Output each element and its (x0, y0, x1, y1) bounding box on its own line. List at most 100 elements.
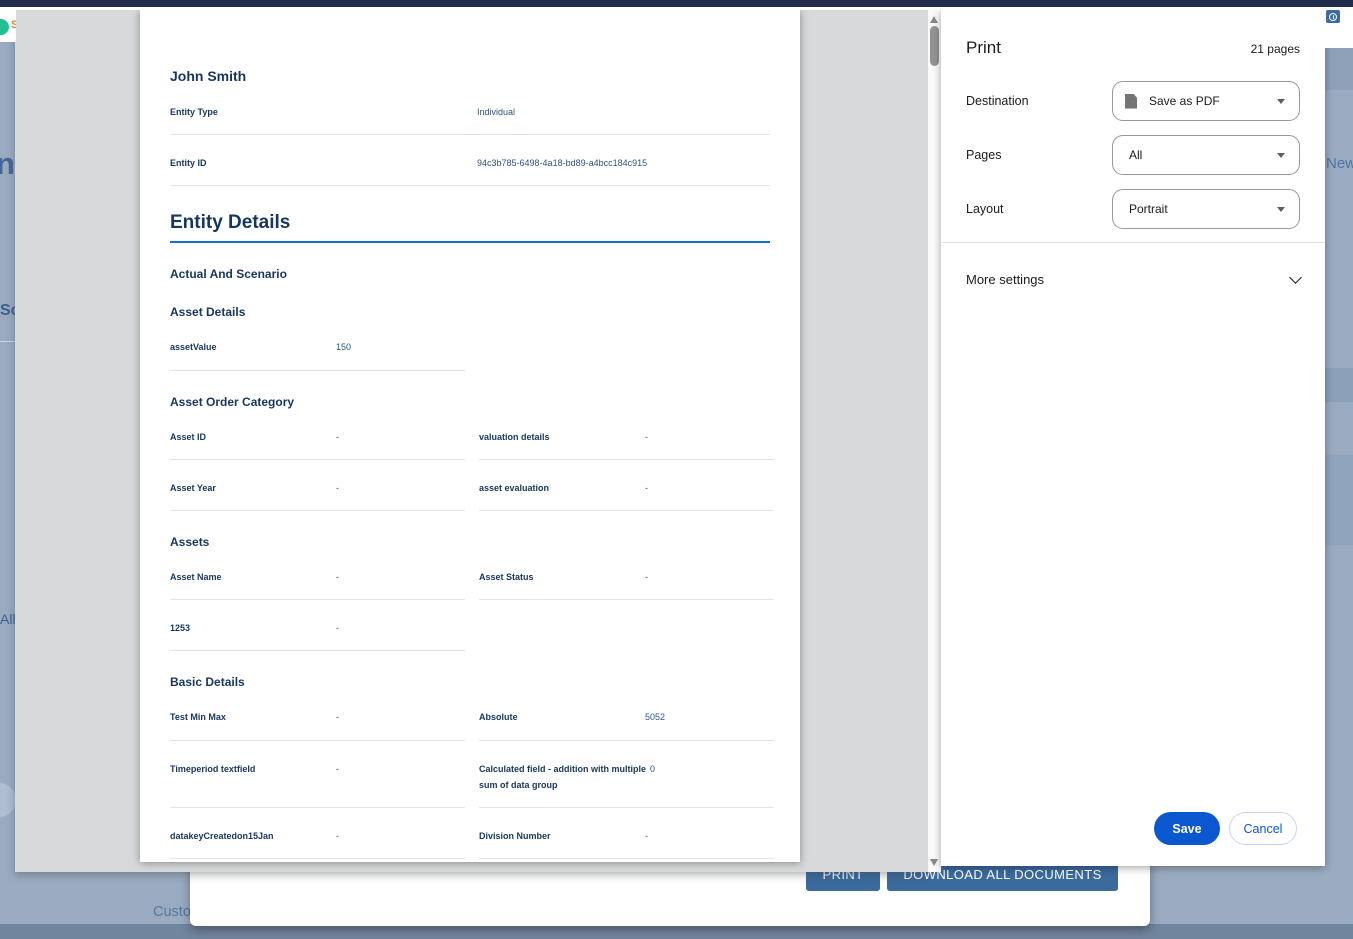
field-label-text: sum of data group (479, 777, 646, 793)
field-label-text: Entity Type (170, 104, 473, 120)
field-row: assetValue150 (170, 339, 770, 370)
more-settings-label: More settings (966, 272, 1044, 287)
field-value: - (336, 429, 339, 445)
print-preview-page: John Smith Entity TypeIndividualEntity I… (140, 10, 800, 862)
field-label: valuation details (479, 429, 645, 445)
field-value: - (336, 569, 339, 585)
field-cell: Asset Year- (170, 480, 465, 511)
section-heading: Asset Details (170, 305, 770, 319)
field-value: - (336, 620, 339, 636)
caret-down-icon (1277, 207, 1285, 212)
field-label: Asset Name (170, 569, 336, 585)
field-row: Asset Year-asset evaluation - (170, 480, 770, 511)
layout-value: Portrait (1129, 202, 1277, 216)
field-row: Timeperiod textfield- Calculated field - … (170, 761, 770, 808)
field: Asset ID- (170, 429, 465, 445)
field: datakeyCreatedon15Jan- (170, 828, 465, 844)
field: Test Min Max- (170, 709, 465, 725)
more-settings-toggle[interactable]: More settings (966, 265, 1300, 293)
field-cell: Timeperiod textfield- (170, 761, 465, 808)
print-settings-panel: Print 21 pages Destination Save as PDF P… (941, 10, 1325, 866)
field-value: 0 (650, 761, 655, 777)
field-label-text: Timeperiod textfield (170, 761, 332, 777)
field-value: - (336, 761, 339, 777)
field-value: Individual (477, 104, 515, 120)
pdf-file-icon (1125, 94, 1137, 109)
teal-dot-logo (0, 19, 9, 35)
bg-all-fragment: All (0, 611, 16, 627)
app-header-right-fragment (1325, 7, 1353, 48)
panel-divider (941, 242, 1325, 243)
field-label-text: Asset Name (170, 569, 332, 585)
field-row: 1253- (170, 620, 770, 651)
field-label: 1253 (170, 620, 336, 636)
scroll-up-icon[interactable] (930, 16, 938, 23)
field-cell: Test Min Max- (170, 709, 465, 740)
field-label: assetValue (170, 339, 336, 355)
field-cell: Entity TypeIndividual (170, 104, 770, 135)
clock-hand (1333, 15, 1334, 19)
scroll-down-icon[interactable] (930, 859, 938, 866)
field: Entity TypeIndividual (170, 104, 770, 120)
clock-history-icon[interactable] (1326, 10, 1340, 23)
page-count: 21 pages (1251, 42, 1300, 56)
field-label: Absolute (479, 709, 645, 725)
section-heading: Assets (170, 535, 770, 549)
layout-select[interactable]: Portrait (1112, 189, 1300, 229)
field-label: Test Min Max (170, 709, 336, 725)
field-label: Timeperiod textfield (170, 761, 336, 777)
field-label: Entity Type (170, 104, 477, 120)
bg-circle-fragment (0, 783, 16, 817)
destination-select[interactable]: Save as PDF (1112, 81, 1300, 121)
field-cell: Division Number- (479, 828, 774, 859)
header-strip (0, 7, 1353, 10)
document-sections: Actual And ScenarioAsset DetailsassetVal… (170, 267, 770, 859)
field-cell: Asset Name- (170, 569, 465, 600)
field-value: 150 (336, 339, 351, 355)
field-row: datakeyCreatedon15Jan- Division Number- (170, 828, 770, 859)
field-label: Asset Year (170, 480, 336, 496)
field-value: - (645, 429, 648, 445)
field-label-text: Division Number (479, 828, 641, 844)
screen: n Sch All Custo New PRINT DOWNLOAD ALL D… (0, 0, 1353, 939)
field-label: datakeyCreatedon15Jan (170, 828, 336, 844)
top-navy-bar (0, 0, 1353, 7)
bg-heading-fragment: n (0, 146, 15, 182)
cancel-button[interactable]: Cancel (1229, 812, 1297, 845)
field: Asset Status- (479, 569, 774, 585)
field-cell: valuation details- (479, 429, 774, 460)
save-button[interactable]: Save (1154, 812, 1220, 845)
field: valuation details- (479, 429, 774, 445)
field: Asset Year- (170, 480, 465, 496)
field-label: Asset ID (170, 429, 336, 445)
field-label: Calculated field - addition with multipl… (479, 761, 650, 793)
field-cell: assetValue150 (170, 339, 465, 370)
bg-divider (0, 341, 15, 342)
document-title: John Smith (170, 68, 770, 84)
chevron-down-icon (1289, 271, 1302, 284)
field-label-text: valuation details (479, 429, 641, 445)
section-heading: Basic Details (170, 675, 770, 689)
field-label-text: Test Min Max (170, 709, 332, 725)
field-label-text: asset evaluation (479, 480, 641, 496)
field-label-text: Calculated field - addition with multipl… (479, 761, 646, 777)
field-value: - (645, 828, 648, 844)
field-row: Entity TypeIndividual (170, 104, 770, 135)
field: 1253- (170, 620, 465, 636)
field-value: - (336, 709, 339, 725)
pages-select[interactable]: All (1112, 135, 1300, 175)
field-label-text: Asset Year (170, 480, 332, 496)
scrollbar-thumb[interactable] (930, 26, 939, 66)
field-cell: datakeyCreatedon15Jan- (170, 828, 465, 859)
field-label: Asset Status (479, 569, 645, 585)
logo-letter: S (11, 19, 16, 31)
field-cell: Asset ID- (170, 429, 465, 460)
field: Asset Name- (170, 569, 465, 585)
field: Calculated field - addition with multipl… (479, 761, 774, 793)
field-label: Division Number (479, 828, 645, 844)
field-cell: Calculated field - addition with multipl… (479, 761, 774, 808)
bg-band (1325, 455, 1353, 545)
field-value: - (336, 480, 339, 496)
bg-new-link-fragment: New (1326, 155, 1353, 172)
preview-scrollbar[interactable] (928, 10, 941, 872)
